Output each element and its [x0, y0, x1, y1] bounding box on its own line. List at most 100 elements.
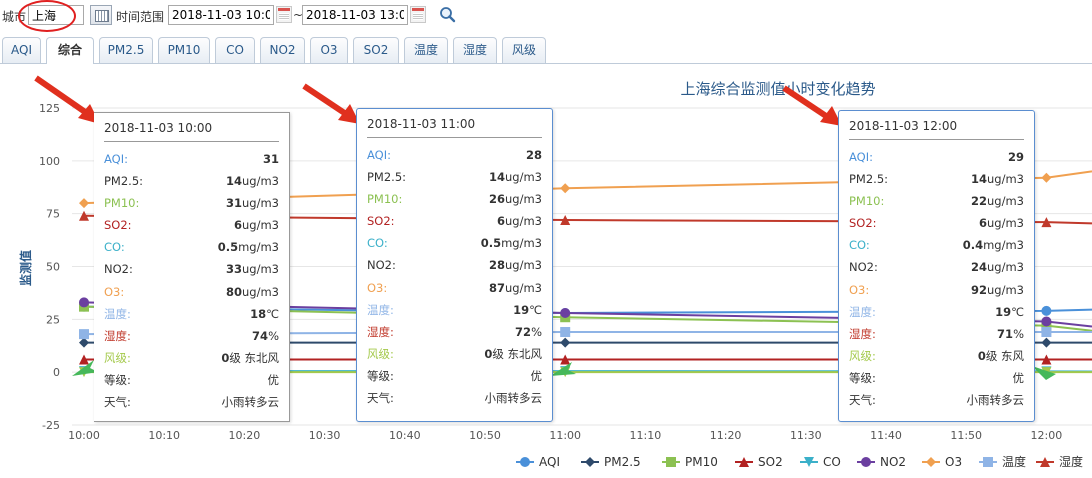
search-icon[interactable]: [438, 5, 458, 25]
legend-marker: [926, 457, 936, 467]
tooltip-unit: ug/m3: [242, 218, 279, 233]
legend-label: PM10: [685, 455, 718, 469]
tooltip-row: AQI: 29: [849, 146, 1024, 168]
tooltip-value: 24ug/m3: [971, 256, 1024, 278]
tooltip-row: AQI: 31: [104, 148, 279, 170]
tooltip-unit: 小雨转多云: [966, 393, 1025, 408]
legend-item-AQI[interactable]: AQI: [516, 455, 560, 469]
tooltip-value: 小雨转多云: [222, 391, 280, 413]
tooltip-key: 湿度:: [849, 326, 876, 341]
data-point: [1041, 316, 1052, 327]
tooltip-unit: ℃: [266, 306, 279, 321]
tab-temperature[interactable]: 温度: [404, 37, 448, 63]
tooltip-row: CO: 0.5mg/m3: [104, 236, 279, 258]
legend-item-温度[interactable]: 温度: [979, 454, 1026, 469]
tooltip-row: SO2: 6ug/m3: [104, 214, 279, 236]
legend-item-PM10[interactable]: PM10: [662, 455, 718, 469]
tooltip-number: 26: [489, 192, 506, 207]
tooltip-key: 等级:: [104, 372, 131, 387]
tooltip-value: 80ug/m3: [226, 281, 279, 303]
end-date-picker-icon[interactable]: [410, 6, 426, 23]
tooltip-key: 天气:: [104, 395, 131, 410]
tab-pm25[interactable]: PM2.5: [99, 37, 153, 63]
legend-item-CO[interactable]: CO: [800, 455, 841, 469]
tab-comprehensive[interactable]: 综合: [46, 37, 94, 64]
y-tick-label: 50: [46, 261, 60, 274]
tab-humidity[interactable]: 湿度: [453, 37, 497, 63]
data-point: [560, 327, 571, 338]
tab-wind-level[interactable]: 风级: [502, 37, 546, 63]
tooltip-value: 优: [268, 369, 280, 391]
end-time-input[interactable]: [302, 5, 408, 25]
tooltip-key: 湿度:: [104, 328, 131, 343]
x-tick-label: 12:00: [1031, 429, 1063, 442]
query-bar: 城市 时间范围 ~: [0, 0, 1092, 33]
data-point: [560, 337, 571, 348]
tab-so2[interactable]: SO2: [353, 37, 399, 63]
tooltip-row: NO2: 24ug/m3: [849, 256, 1024, 278]
tooltip-row: NO2: 28ug/m3: [367, 254, 542, 276]
tooltip-row: 湿度: 74%: [104, 325, 279, 347]
tooltip-number: 74: [252, 328, 269, 343]
tooltip-value: 优: [531, 365, 543, 387]
tab-pm10[interactable]: PM10: [158, 37, 210, 63]
tab-no2[interactable]: NO2: [260, 37, 305, 63]
tooltip-unit: 小雨转多云: [484, 391, 543, 406]
legend-item-NO2[interactable]: NO2: [857, 455, 906, 469]
tooltip-value: 6ug/m3: [497, 210, 542, 232]
tab-aqi[interactable]: AQI: [2, 37, 41, 63]
city-picker-icon[interactable]: [90, 5, 112, 25]
tooltip-unit: 优: [530, 368, 543, 383]
tooltip-key: 湿度:: [367, 324, 394, 339]
tooltip-time: 2018-11-03 11:00: [367, 117, 542, 138]
tooltip-value: 26ug/m3: [489, 188, 542, 210]
tooltip-row: CO: 0.4mg/m3: [849, 234, 1024, 256]
tooltip-row: SO2: 6ug/m3: [849, 212, 1024, 234]
legend-item-SO2[interactable]: SO2: [735, 455, 783, 469]
tooltip-key: PM2.5:: [104, 174, 144, 189]
tooltip-number: 14: [226, 174, 243, 189]
x-tick-label: 10:40: [389, 429, 421, 442]
tooltip-number: 0.4: [962, 238, 984, 253]
tooltip-time: 2018-11-03 10:00: [104, 121, 279, 142]
tooltip-value: 92ug/m3: [971, 279, 1024, 301]
tooltip-1200: 2018-11-03 12:00 AQI: 29 PM2.5: 14ug/m3 PM10…: [838, 110, 1035, 422]
legend-item-湿度[interactable]: 湿度: [1036, 454, 1083, 469]
data-point: [1041, 327, 1052, 338]
start-date-picker-icon[interactable]: [276, 6, 292, 23]
tooltip-value: 0.4mg/m3: [963, 234, 1024, 256]
y-axis-ticks: 1251007550250-25: [39, 102, 60, 432]
tooltip-number: 0.5: [480, 236, 502, 251]
data-point: [1041, 337, 1052, 348]
legend-marker: [585, 457, 595, 467]
tooltip-number: 31: [226, 196, 243, 211]
legend-item-O3[interactable]: O3: [922, 455, 962, 469]
legend-marker: [861, 457, 871, 467]
tooltip-number: 6: [234, 218, 243, 233]
tooltip-unit: ug/m3: [505, 192, 542, 207]
x-tick-label: 11:40: [870, 429, 902, 442]
tooltip-value: 0级 东风: [978, 345, 1024, 367]
x-tick-label: 10:20: [229, 429, 261, 442]
tooltip-key: PM10:: [367, 192, 403, 207]
tooltip-key: 等级:: [849, 370, 876, 385]
tooltip-key: 温度:: [104, 306, 131, 321]
tooltip-unit: ℃: [1011, 304, 1024, 319]
tooltip-number: 14: [971, 172, 988, 187]
x-tick-label: 10:00: [68, 429, 100, 442]
legend-label: 湿度: [1059, 454, 1083, 469]
x-tick-label: 11:30: [790, 429, 822, 442]
tooltip-value: 31ug/m3: [226, 192, 279, 214]
tooltip-1000: 2018-11-03 10:00 AQI: 31 PM2.5: 14ug/m3 PM10…: [94, 112, 290, 422]
legend-item-PM2.5[interactable]: PM2.5: [581, 455, 641, 469]
start-time-input[interactable]: [168, 5, 274, 25]
x-tick-label: 11:00: [549, 429, 581, 442]
tooltip-row: 风级: 0级 东北风: [104, 347, 279, 369]
tooltip-value: 14ug/m3: [226, 170, 279, 192]
tab-o3[interactable]: O3: [310, 37, 348, 63]
tooltip-unit: ug/m3: [505, 280, 542, 295]
chart-legend[interactable]: AQIPM2.5PM10SO2CONO2O3温度湿度风级: [516, 454, 1092, 469]
tab-co[interactable]: CO: [215, 37, 255, 63]
legend-label: O3: [945, 455, 962, 469]
tooltip-unit: ug/m3: [987, 260, 1024, 275]
